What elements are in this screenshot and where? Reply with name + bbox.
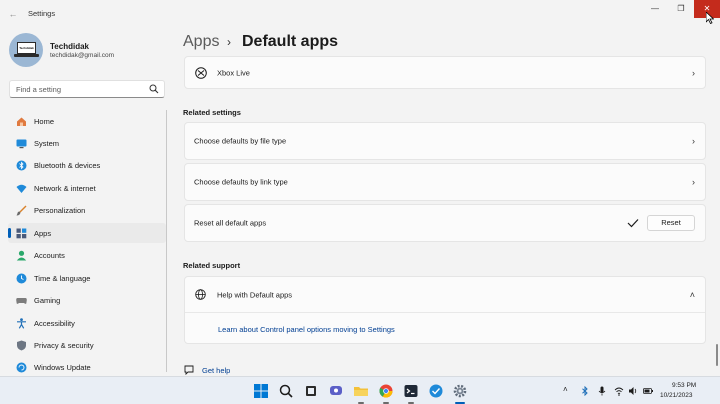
accessibility-icon xyxy=(17,318,26,329)
title-bar: ← Settings — ❐ ✕ xyxy=(0,0,720,28)
brush-icon xyxy=(16,205,27,216)
row-label: Choose defaults by file type xyxy=(194,136,287,146)
gamepad-icon xyxy=(16,298,27,304)
volume-icon[interactable] xyxy=(628,386,638,396)
defaults-by-file-type-row[interactable]: Choose defaults by file type › xyxy=(184,122,706,160)
app-icon[interactable] xyxy=(428,383,444,399)
sidebar-item-label: Network & internet xyxy=(34,184,96,193)
sidebar-item-label: Apps xyxy=(34,229,52,238)
update-icon xyxy=(16,362,27,373)
profile-email: techdidak@gmail.com xyxy=(50,52,115,59)
sidebar-item-label: Gaming xyxy=(34,296,61,305)
sidebar-item-label: Time & language xyxy=(34,274,91,283)
main-scrollbar[interactable] xyxy=(716,344,718,366)
tray-overflow-chevron-icon[interactable]: ˄ xyxy=(563,385,568,394)
sidebar-item-label: Accounts xyxy=(34,251,65,260)
profile-name: Techdidak xyxy=(50,42,89,51)
back-button[interactable]: ← xyxy=(6,7,20,21)
clock-date[interactable]: 10/21/2023 xyxy=(660,392,693,399)
reset-button[interactable]: Reset xyxy=(647,215,695,231)
sidebar-item-label: Personalization xyxy=(34,206,86,215)
chevron-up-icon[interactable]: ˄ xyxy=(690,290,695,300)
taskbar: ˄ 9:53 PM 10/21/2023 xyxy=(0,376,720,404)
battery-icon[interactable] xyxy=(643,386,653,396)
chevron-right-icon: › xyxy=(692,67,695,78)
app-row-xbox-live[interactable]: Xbox Live › xyxy=(184,56,706,89)
chevron-right-icon: › xyxy=(692,136,695,146)
taskbar-search-icon[interactable] xyxy=(278,383,294,399)
xbox-icon xyxy=(195,66,207,79)
get-help-link[interactable]: Get help xyxy=(202,366,230,375)
reset-default-apps-row: Reset all default apps Reset xyxy=(184,204,706,242)
help-title: Help with Default apps xyxy=(217,290,293,299)
sidebar-item-privacy-security[interactable]: Privacy & security xyxy=(8,335,166,355)
sidebar-item-personalization[interactable]: Personalization xyxy=(8,200,166,220)
search-icon[interactable] xyxy=(149,84,159,94)
breadcrumb-separator: › xyxy=(227,35,231,49)
microphone-icon[interactable] xyxy=(597,386,607,396)
app-row-label: Xbox Live xyxy=(217,68,250,77)
wifi-icon xyxy=(16,184,27,193)
avatar-laptop-base xyxy=(14,54,39,57)
chevron-right-icon: › xyxy=(692,177,695,187)
sidebar-item-windows-update[interactable]: Windows Update xyxy=(8,357,166,377)
sidebar-item-accessibility[interactable]: Accessibility xyxy=(8,313,166,333)
search-box[interactable] xyxy=(9,80,165,98)
avatar-logo: Techdidak xyxy=(17,42,36,54)
help-expander: Help with Default apps ˄ Learn about Con… xyxy=(184,276,706,344)
sidebar-item-home[interactable]: Home xyxy=(8,111,166,131)
related-settings-title: Related settings xyxy=(183,108,241,117)
task-view-icon[interactable] xyxy=(303,383,319,399)
maximize-button[interactable]: ❐ xyxy=(668,0,694,18)
sidebar-item-bluetooth[interactable]: Bluetooth & devices xyxy=(8,155,166,175)
defaults-by-link-type-row[interactable]: Choose defaults by link type › xyxy=(184,163,706,201)
accounts-icon xyxy=(16,250,27,261)
globe-clock-icon xyxy=(16,273,27,284)
sidebar-item-gaming[interactable]: Gaming xyxy=(8,290,166,310)
wifi-tray-icon[interactable] xyxy=(614,386,624,396)
row-label: Reset all default apps xyxy=(194,218,267,228)
sidebar-item-system[interactable]: System xyxy=(8,133,166,153)
sidebar-item-label: Privacy & security xyxy=(34,341,94,350)
sidebar-item-apps[interactable]: Apps xyxy=(8,223,166,243)
avatar[interactable]: Techdidak xyxy=(9,33,43,67)
search-input[interactable] xyxy=(16,84,146,95)
help-link-control-panel[interactable]: Learn about Control panel options moving… xyxy=(218,325,395,334)
sidebar-item-label: Bluetooth & devices xyxy=(34,161,101,170)
sidebar-item-label: Accessibility xyxy=(34,319,75,328)
breadcrumb-parent[interactable]: Apps xyxy=(183,33,219,51)
terminal-icon[interactable] xyxy=(403,383,419,399)
sidebar-item-time-language[interactable]: Time & language xyxy=(8,268,166,288)
system-icon xyxy=(16,139,27,149)
shield-icon xyxy=(17,340,26,351)
start-icon[interactable] xyxy=(253,383,269,399)
globe-icon xyxy=(195,289,206,300)
bluetooth-icon xyxy=(16,160,27,171)
help-expander-header[interactable]: Help with Default apps ˄ xyxy=(185,277,705,313)
chat-icon[interactable] xyxy=(328,383,344,399)
chrome-icon[interactable] xyxy=(378,383,394,399)
file-explorer-icon[interactable] xyxy=(353,383,369,399)
sidebar-item-network[interactable]: Network & internet xyxy=(8,178,166,198)
bluetooth-tray-icon[interactable] xyxy=(580,386,590,396)
apps-icon xyxy=(16,228,27,239)
sidebar-item-label: System xyxy=(34,139,60,148)
related-support-title: Related support xyxy=(183,261,241,270)
app-title: Settings xyxy=(28,9,56,18)
mouse-cursor-icon xyxy=(706,12,714,24)
row-label: Choose defaults by link type xyxy=(194,177,288,187)
settings-gear-icon[interactable] xyxy=(452,383,468,399)
sidebar-item-label: Windows Update xyxy=(34,363,91,372)
clock-time[interactable]: 9:53 PM xyxy=(672,382,696,389)
active-indicator xyxy=(8,228,11,238)
checkmark-icon xyxy=(627,219,639,228)
sidebar-scrollbar[interactable] xyxy=(166,110,167,372)
sidebar-item-accounts[interactable]: Accounts xyxy=(8,245,166,265)
home-icon xyxy=(17,117,26,126)
page-title: Default apps xyxy=(242,33,339,50)
minimize-button[interactable]: — xyxy=(642,0,668,18)
sidebar-item-label: Home xyxy=(34,117,55,126)
get-help-icon xyxy=(184,365,194,375)
